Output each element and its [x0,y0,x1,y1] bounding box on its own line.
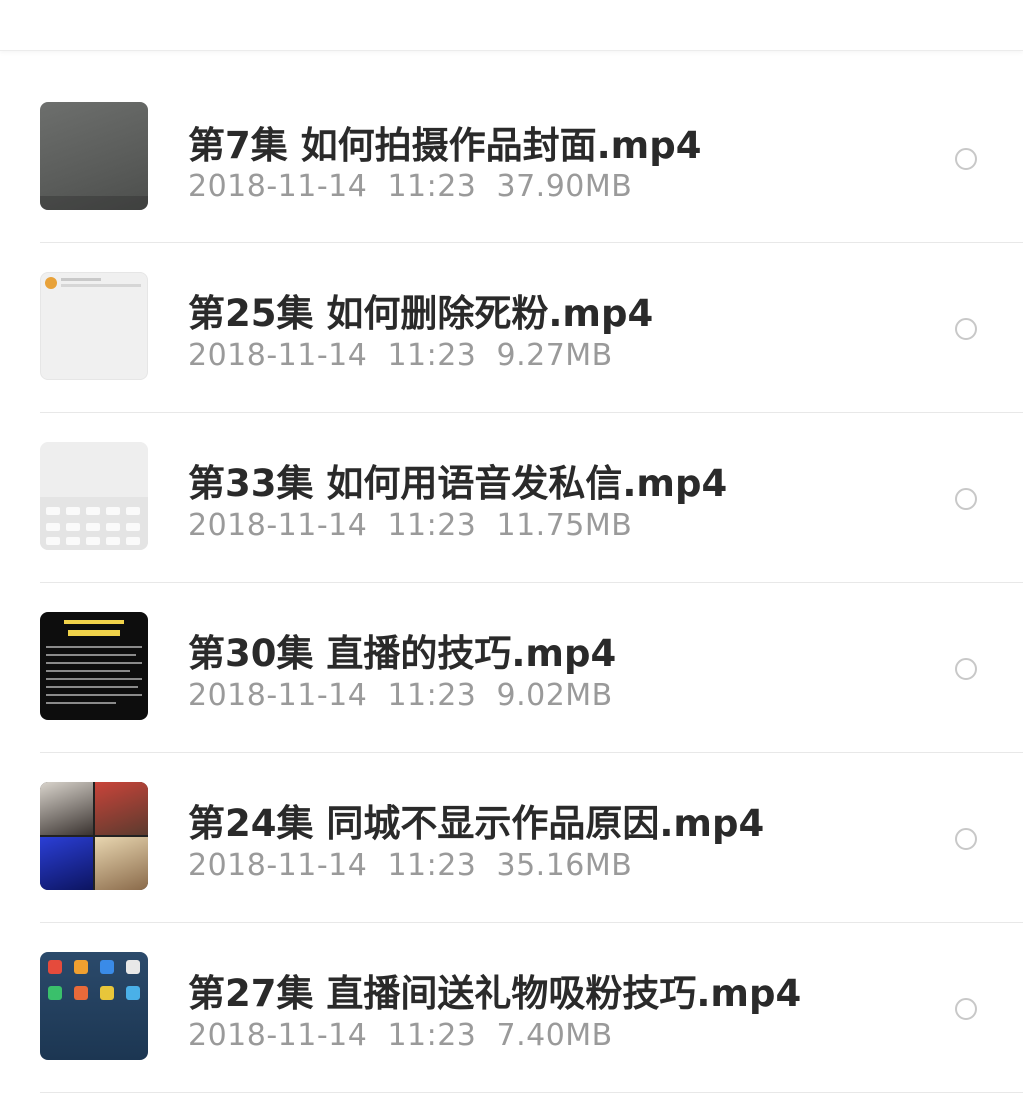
file-meta: 2018-11-14 11:23 11.75MB [188,508,632,543]
file-size: 35.16MB [496,848,633,883]
select-radio-button[interactable] [955,998,977,1020]
file-row[interactable]: 第30集 直播的技巧.mp4 2018-11-14 11:23 9.02MB [40,583,1023,753]
file-list: 第7集 如何拍摄作品封面.mp4 2018-11-14 11:23 37.90M… [0,51,1023,1093]
file-row[interactable]: 第27集 直播间送礼物吸粉技巧.mp4 2018-11-14 11:23 7.4… [40,923,1023,1093]
file-date: 2018-11-14 [188,169,368,204]
select-radio-button[interactable] [955,658,977,680]
file-time: 11:23 [387,508,477,543]
file-name: 第7集 如何拍摄作品封面.mp4 [188,124,702,167]
file-time: 11:23 [387,848,477,883]
file-time: 11:23 [387,338,477,373]
file-row[interactable]: 第25集 如何删除死粉.mp4 2018-11-14 11:23 9.27MB [40,243,1023,413]
file-size: 9.02MB [496,678,613,713]
file-meta: 2018-11-14 11:23 37.90MB [188,169,632,204]
file-name: 第33集 如何用语音发私信.mp4 [188,462,728,505]
file-size: 9.27MB [496,338,613,373]
file-meta: 2018-11-14 11:23 7.40MB [188,1018,613,1053]
select-radio-button[interactable] [955,828,977,850]
video-thumbnail [40,952,148,1060]
file-name: 第24集 同城不显示作品原因.mp4 [188,802,765,845]
file-date: 2018-11-14 [188,678,368,713]
file-date: 2018-11-14 [188,338,368,373]
file-name: 第27集 直播间送礼物吸粉技巧.mp4 [188,972,802,1015]
video-thumbnail [40,782,148,890]
file-meta: 2018-11-14 11:23 9.02MB [188,678,613,713]
file-date: 2018-11-14 [188,508,368,543]
video-thumbnail [40,442,148,550]
select-radio-button[interactable] [955,148,977,170]
file-date: 2018-11-14 [188,848,368,883]
file-row[interactable]: 第7集 如何拍摄作品封面.mp4 2018-11-14 11:23 37.90M… [40,51,1023,243]
file-name: 第25集 如何删除死粉.mp4 [188,292,654,335]
file-meta: 2018-11-14 11:23 35.16MB [188,848,632,883]
video-thumbnail [40,272,148,380]
file-size: 37.90MB [496,169,633,204]
file-time: 11:23 [387,678,477,713]
file-row[interactable]: 第33集 如何用语音发私信.mp4 2018-11-14 11:23 11.75… [40,413,1023,583]
video-thumbnail [40,102,148,210]
file-time: 11:23 [387,1018,477,1053]
file-row[interactable]: 第24集 同城不显示作品原因.mp4 2018-11-14 11:23 35.1… [40,753,1023,923]
top-app-bar [0,0,1023,51]
file-meta: 2018-11-14 11:23 9.27MB [188,338,613,373]
file-time: 11:23 [387,169,477,204]
file-name: 第30集 直播的技巧.mp4 [188,632,617,675]
file-size: 11.75MB [496,508,633,543]
file-date: 2018-11-14 [188,1018,368,1053]
file-size: 7.40MB [496,1018,613,1053]
select-radio-button[interactable] [955,318,977,340]
select-radio-button[interactable] [955,488,977,510]
video-thumbnail [40,612,148,720]
